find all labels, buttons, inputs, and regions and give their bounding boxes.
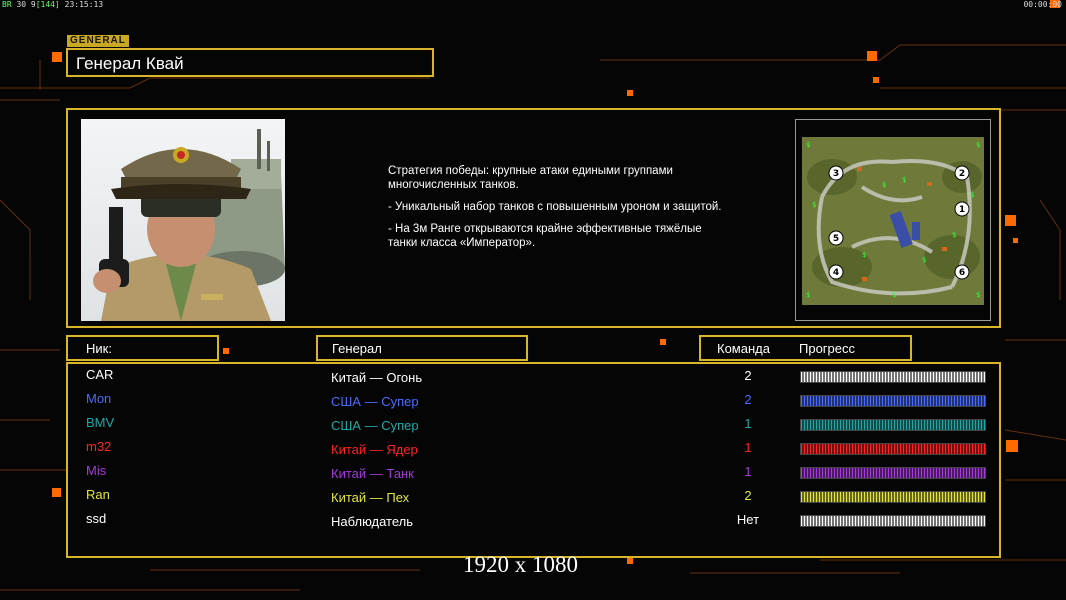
- table-row: CAR Китай — Огонь 2: [68, 366, 999, 390]
- player-nick: BMV: [86, 415, 115, 430]
- player-nick: Mon: [86, 391, 112, 406]
- progress-column-label: Прогресс: [799, 341, 856, 356]
- player-nick: m32: [86, 439, 112, 454]
- progress-bar: [800, 395, 986, 407]
- table-row: BMV США — Супер 1: [68, 414, 999, 438]
- nick-column-label: Ник:: [86, 341, 112, 356]
- general-tag: GENERAL: [67, 35, 129, 47]
- player-nick: CAR: [86, 367, 114, 382]
- hud-status-left: BR 30 9[144] 23:15:13: [2, 0, 103, 9]
- svg-text:$: $: [970, 191, 974, 199]
- svg-text:$: $: [922, 256, 926, 264]
- general-description: Стратегия победы: крупные атаки едиными …: [388, 164, 728, 258]
- hud-left-info: 30 9: [16, 0, 36, 9]
- svg-text:$: $: [902, 176, 906, 184]
- table-row: Mis Китай — Танк 1: [68, 462, 999, 486]
- minimap: 1 2 3 4 5 6 $ $ $ $ $ $ $ $ $ $ $ $: [802, 137, 984, 305]
- table-row: Mon США — Супер 2: [68, 390, 999, 414]
- team-column-label: Команда: [717, 341, 770, 356]
- table-row: ssd Наблюдатель Нет: [68, 510, 999, 534]
- hud-left-tag: BR: [2, 0, 12, 9]
- player-team: 1: [744, 464, 752, 479]
- progress-bar: [800, 443, 986, 455]
- progress-bar: [800, 371, 986, 383]
- minimap-position-1: 1: [959, 205, 965, 215]
- svg-text:$: $: [812, 201, 816, 209]
- description-line-3: - На 3м Ранге открываются крайне эффекти…: [388, 223, 702, 249]
- minimap-frame: 1 2 3 4 5 6 $ $ $ $ $ $ $ $ $ $ $ $: [795, 119, 991, 321]
- table-row: m32 Китай — Ядер 1: [68, 438, 999, 462]
- svg-text:$: $: [952, 231, 956, 239]
- table-row: Ran Китай — Пех 2: [68, 486, 999, 510]
- progress-bar: [800, 467, 986, 479]
- player-team: 1: [744, 416, 752, 431]
- hud-left-time: 23:15:13: [64, 0, 104, 9]
- minimap-position-5: 5: [833, 234, 839, 244]
- player-team: 2: [744, 368, 752, 383]
- player-nick: Mis: [86, 463, 107, 478]
- minimap-position-6: 6: [959, 268, 965, 278]
- team-progress-header: Команда Прогресс: [699, 335, 912, 361]
- player-list: CAR Китай — Огонь 2 Mon США — Супер 2 BMV США —…: [66, 362, 1001, 558]
- svg-text:$: $: [806, 141, 810, 149]
- svg-text:$: $: [882, 181, 886, 189]
- general-column-header: Генерал: [316, 335, 528, 361]
- player-general: Китай — Пех: [331, 490, 410, 505]
- player-team: 2: [744, 392, 752, 407]
- general-portrait: [81, 119, 285, 321]
- player-team: Нет: [736, 512, 760, 527]
- svg-text:$: $: [892, 291, 896, 299]
- progress-bar: [800, 515, 986, 527]
- hud-clock-right: 00:00:00: [1023, 0, 1062, 9]
- general-info-panel: Стратегия победы: крупные атаки едиными …: [66, 108, 1001, 328]
- svg-text:$: $: [862, 251, 866, 259]
- player-general: Наблюдатель: [331, 514, 414, 529]
- player-nick: ssd: [86, 511, 107, 526]
- minimap-position-2: 2: [959, 169, 965, 179]
- general-name: Генерал Квай: [76, 54, 184, 73]
- description-line-1: Стратегия победы: крупные атаки едиными …: [388, 165, 673, 191]
- nick-column-header: Ник:: [66, 335, 219, 361]
- player-general: Китай — Огонь: [331, 370, 423, 385]
- svg-text:$: $: [976, 141, 980, 149]
- minimap-position-4: 4: [833, 268, 839, 278]
- player-nick: Ran: [86, 487, 110, 502]
- player-general: Китай — Танк: [331, 466, 414, 481]
- progress-bar: [800, 419, 986, 431]
- description-line-2: - Уникальный набор танков с повышенным у…: [388, 201, 722, 213]
- player-general: Китай — Ядер: [331, 442, 418, 457]
- player-team: 1: [744, 440, 752, 455]
- minimap-position-3: 3: [833, 169, 839, 179]
- progress-bar: [800, 491, 986, 503]
- resolution-label: 1920 x 1080: [463, 552, 578, 577]
- svg-text:$: $: [976, 291, 980, 299]
- player-team: 2: [744, 488, 752, 503]
- general-column-label: Генерал: [332, 341, 382, 356]
- player-general: США — Супер: [331, 418, 419, 433]
- hud-left-code: [144]: [35, 0, 60, 9]
- general-name-box: Генерал Квай: [66, 48, 434, 77]
- player-general: США — Супер: [331, 394, 419, 409]
- svg-text:$: $: [806, 291, 810, 299]
